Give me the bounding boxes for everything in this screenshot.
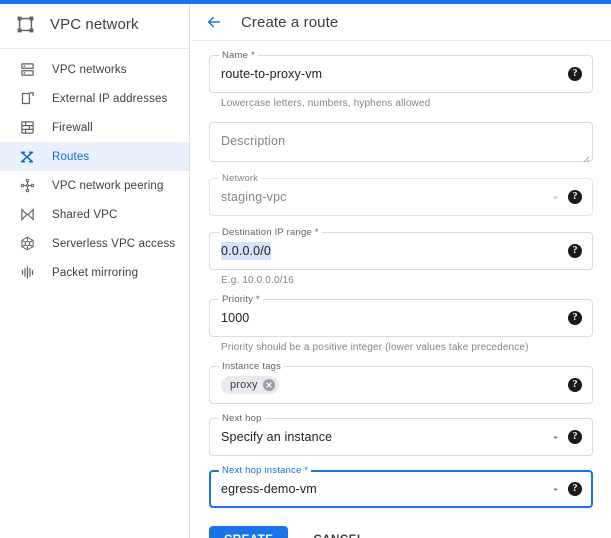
destination-ip-range-label: Destination IP range * [219, 227, 322, 238]
sidebar-item-vpc-networks[interactable]: VPC networks [0, 55, 189, 84]
destination-ip-range-input-value[interactable]: 0.0.0.0/0 [221, 242, 271, 260]
priority-label: Priority * [219, 294, 263, 305]
name-helper-text: Lowercase letters, numbers, hyphens allo… [221, 97, 593, 110]
sidebar-item-label: Firewall [52, 122, 93, 134]
help-icon[interactable]: ? [568, 482, 582, 496]
sidebar-product-title: VPC network [50, 16, 139, 33]
chevron-down-icon[interactable] [548, 482, 562, 496]
shared-vpc-icon [18, 206, 36, 224]
field-network: Network staging-vpc ? [209, 178, 593, 216]
field-instance-tags: Instance tags proxy ? [209, 366, 593, 404]
field-next-hop-instance: Next hop instance * egress-demo-vm ? [209, 470, 593, 508]
next-hop-instance-select-value: egress-demo-vm [221, 481, 548, 497]
instance-tag-chip[interactable]: proxy [221, 376, 279, 394]
next-hop-instance-value-wrap: egress-demo-vm [221, 481, 548, 497]
next-hop-value-wrap: Specify an instance [221, 429, 548, 445]
routes-icon [18, 148, 36, 166]
firewall-icon [18, 119, 36, 137]
field-next-hop: Next hop Specify an instance ? [209, 418, 593, 456]
vpc-network-icon [14, 13, 36, 35]
name-input-outline[interactable]: Name * route-to-proxy-vm ? [209, 55, 593, 93]
sidebar-item-label: Packet mirroring [52, 267, 138, 279]
network-select-value: staging-vpc [221, 189, 548, 205]
name-label: Name * [219, 50, 258, 61]
sidebar-item-shared-vpc[interactable]: Shared VPC [0, 200, 189, 229]
cancel-button[interactable]: CANCEL [303, 526, 374, 538]
help-icon[interactable]: ? [568, 430, 582, 444]
field-name: Name * route-to-proxy-vm ? Lowercase let… [209, 55, 593, 110]
next-hop-instance-label: Next hop instance * [219, 465, 311, 476]
sidebar-item-vpc-network-peering[interactable]: VPC network peering [0, 171, 189, 200]
packet-mirroring-icon [18, 264, 36, 282]
field-priority: Priority * 1000 ? Priority should be a p… [209, 299, 593, 354]
back-arrow-icon[interactable] [204, 12, 224, 32]
help-icon[interactable]: ? [568, 244, 582, 258]
description-placeholder: Description [221, 134, 285, 148]
priority-value-wrap: 1000 [221, 310, 568, 326]
sidebar: VPC network VPC networks [0, 4, 190, 538]
instance-tags-value-wrap: proxy [221, 376, 568, 394]
sidebar-item-label: External IP addresses [52, 93, 167, 105]
network-select-outline[interactable]: Network staging-vpc ? [209, 178, 593, 216]
name-value-wrap: route-to-proxy-vm [221, 66, 568, 82]
chevron-down-icon[interactable] [548, 190, 562, 204]
form-actions: CREATE CANCEL [209, 526, 593, 538]
network-peering-icon [18, 177, 36, 195]
create-button[interactable]: CREATE [209, 526, 288, 538]
create-route-page: VPC network VPC networks [0, 0, 611, 538]
sidebar-item-label: VPC network peering [52, 180, 164, 192]
priority-input-outline[interactable]: Priority * 1000 ? [209, 299, 593, 337]
priority-input-value[interactable]: 1000 [221, 310, 568, 326]
field-description: Description [209, 122, 593, 162]
sidebar-item-serverless-vpc-access[interactable]: Serverless VPC access [0, 229, 189, 258]
next-hop-label: Next hop [219, 413, 265, 424]
description-textarea[interactable]: Description [209, 122, 593, 162]
main-panel: Create a route Name * route-to-proxy-vm … [191, 4, 611, 538]
sidebar-item-packet-mirroring[interactable]: Packet mirroring [0, 258, 189, 287]
sidebar-item-firewall[interactable]: Firewall [0, 113, 189, 142]
resize-handle-icon[interactable] [581, 150, 590, 159]
destination-ip-range-outline[interactable]: Destination IP range * 0.0.0.0/0 ? [209, 232, 593, 270]
field-destination-ip-range: Destination IP range * 0.0.0.0/0 ? E.g. … [209, 232, 593, 287]
external-ip-icon [18, 90, 36, 108]
sidebar-product-header: VPC network [0, 4, 189, 44]
sidebar-divider [0, 48, 189, 49]
help-icon[interactable]: ? [568, 311, 582, 325]
vpc-networks-icon [18, 61, 36, 79]
serverless-vpc-icon [18, 235, 36, 253]
sidebar-item-label: VPC networks [52, 64, 127, 76]
chevron-down-icon[interactable] [548, 430, 562, 444]
instance-tags-label: Instance tags [219, 361, 284, 372]
page-title: Create a route [241, 14, 338, 31]
sidebar-item-label: Serverless VPC access [52, 238, 175, 250]
page-header: Create a route [191, 4, 611, 41]
next-hop-instance-select-outline[interactable]: Next hop instance * egress-demo-vm ? [209, 470, 593, 508]
destination-ip-range-helper-text: E.g. 10.0.0.0/16 [221, 274, 593, 287]
destination-ip-range-value-wrap: 0.0.0.0/0 [221, 242, 568, 260]
instance-tags-outline[interactable]: Instance tags proxy ? [209, 366, 593, 404]
priority-helper-text: Priority should be a positive integer (l… [221, 341, 593, 354]
instance-tag-chip-label: proxy [230, 379, 258, 391]
sidebar-item-label: Routes [52, 151, 89, 163]
next-hop-select-outline[interactable]: Next hop Specify an instance ? [209, 418, 593, 456]
create-route-form: Name * route-to-proxy-vm ? Lowercase let… [191, 41, 611, 538]
name-input-value[interactable]: route-to-proxy-vm [221, 66, 568, 82]
sidebar-item-label: Shared VPC [52, 209, 117, 221]
network-value-wrap: staging-vpc [221, 189, 548, 205]
sidebar-item-routes[interactable]: Routes [0, 142, 189, 171]
next-hop-select-value: Specify an instance [221, 429, 548, 445]
sidebar-item-external-ip-addresses[interactable]: External IP addresses [0, 84, 189, 113]
network-label: Network [219, 173, 261, 184]
help-icon[interactable]: ? [568, 67, 582, 81]
chip-remove-icon[interactable] [263, 379, 275, 391]
help-icon[interactable]: ? [568, 378, 582, 392]
help-icon[interactable]: ? [568, 190, 582, 204]
